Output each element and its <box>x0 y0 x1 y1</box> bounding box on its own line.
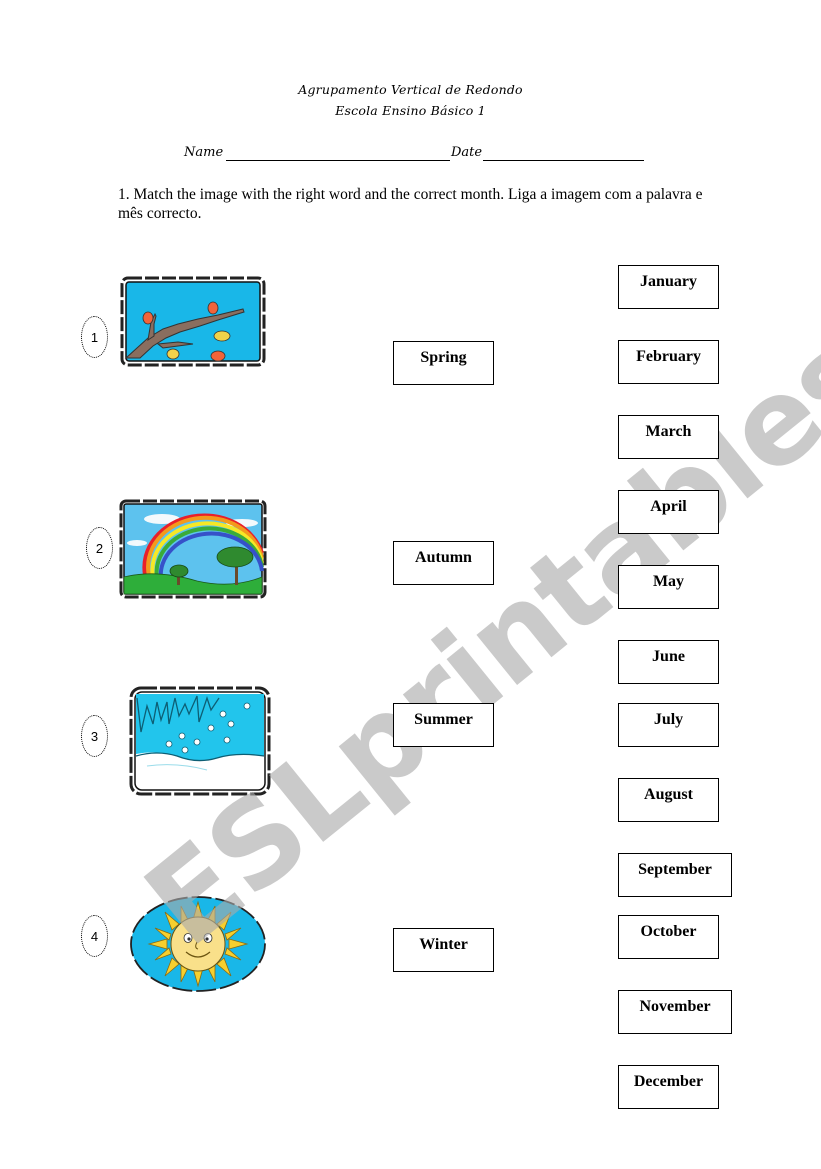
season-box-summer[interactable]: Summer <box>393 703 494 747</box>
school-name-title: Escola Ensino Básico 1 <box>335 103 486 118</box>
month-box-december[interactable]: December <box>618 1065 719 1109</box>
season-box-autumn[interactable]: Autumn <box>393 541 494 585</box>
icicles-snow-icon[interactable] <box>127 684 273 798</box>
month-box-march[interactable]: March <box>618 415 719 459</box>
number-circle: 2 <box>86 527 113 569</box>
number-label: 3 <box>90 728 99 744</box>
month-box-february[interactable]: February <box>618 340 719 384</box>
month-box-october[interactable]: October <box>618 915 719 959</box>
month-box-july[interactable]: July <box>618 703 719 747</box>
number-label: 1 <box>90 329 99 345</box>
month-box-april[interactable]: April <box>618 490 719 534</box>
month-box-november[interactable]: November <box>618 990 732 1034</box>
name-label: Name <box>184 145 224 160</box>
number-circle: 4 <box>81 915 108 957</box>
smiling-sun-icon[interactable] <box>127 892 269 1002</box>
date-label: Date <box>451 145 483 160</box>
month-box-may[interactable]: May <box>618 565 719 609</box>
month-box-september[interactable]: September <box>618 853 732 897</box>
month-box-june[interactable]: June <box>618 640 719 684</box>
rainbow-landscape-icon[interactable] <box>117 497 269 601</box>
date-field[interactable] <box>483 160 644 161</box>
number-circle: 1 <box>81 316 108 358</box>
name-field[interactable] <box>226 160 450 161</box>
season-box-winter[interactable]: Winter <box>393 928 494 972</box>
autumn-branch-leaves-icon[interactable] <box>118 274 268 369</box>
instruction-text: 1. Match the image with the right word a… <box>118 186 703 222</box>
school-group-title: Agrupamento Vertical de Redondo <box>298 82 523 97</box>
season-box-spring[interactable]: Spring <box>393 341 494 385</box>
month-box-august[interactable]: August <box>618 778 719 822</box>
month-box-january[interactable]: January <box>618 265 719 309</box>
number-circle: 3 <box>81 715 108 757</box>
number-label: 4 <box>90 928 99 944</box>
number-label: 2 <box>95 540 104 556</box>
